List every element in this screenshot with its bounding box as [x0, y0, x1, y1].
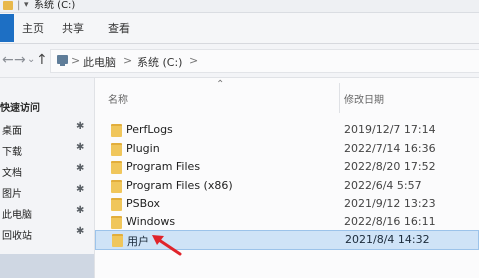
back-button[interactable]: ← — [2, 52, 14, 68]
sidebar-item-label: 此电脑 — [2, 210, 32, 221]
pin-icon: ✱ — [76, 205, 85, 216]
file-modified: 2021/9/12 13:23 — [344, 197, 436, 210]
tab-home[interactable]: 主页 — [22, 20, 44, 36]
tab-view[interactable]: 查看 — [108, 20, 130, 36]
up-button[interactable]: ↑ — [36, 52, 48, 68]
list-item[interactable]: Plugin 2022/7/14 16:36 — [95, 140, 479, 158]
breadcrumb-this-pc[interactable]: 此电脑 — [83, 54, 116, 70]
sidebar-item-pictures[interactable]: 图片 ✱ — [0, 182, 94, 202]
quick-access-dropdown-icon[interactable]: ▾ — [24, 0, 29, 11]
list-item[interactable]: Windows 2022/8/16 16:11 — [95, 213, 479, 231]
breadcrumb-separator[interactable]: > — [71, 54, 80, 67]
folder-icon — [3, 1, 13, 10]
sidebar-item-downloads[interactable]: 下载 ✱ — [0, 140, 94, 160]
chevron-up-icon[interactable]: ⌃ — [216, 79, 224, 90]
forward-button[interactable]: → — [14, 52, 26, 68]
red-arrow-icon — [152, 235, 182, 256]
folder-icon — [111, 198, 122, 211]
folder-icon — [111, 161, 122, 174]
file-modified: 2022/8/16 16:11 — [344, 215, 436, 228]
sidebar-item-label: 下载 — [2, 147, 22, 158]
file-name: PSBox — [126, 197, 161, 210]
sidebar-item-documents[interactable]: 文档 ✱ — [0, 161, 94, 181]
pin-icon: ✱ — [76, 163, 85, 174]
window-title: 系统 (C:) — [34, 0, 76, 11]
pin-icon: ✱ — [76, 142, 85, 153]
sidebar-item-quick-access[interactable]: 快速访问 — [0, 96, 94, 116]
ribbon: 主页 共享 查看 — [0, 13, 479, 44]
sidebar-item-label: 图片 — [2, 189, 22, 200]
pin-icon: ✱ — [76, 226, 85, 237]
column-header-modified[interactable]: 修改日期 — [344, 91, 384, 106]
file-name: Program Files — [126, 160, 201, 173]
sidebar-item-label: 桌面 — [2, 126, 22, 137]
breadcrumb-separator[interactable]: > — [189, 54, 198, 67]
file-name: 用户 — [127, 235, 149, 248]
file-name: Plugin — [126, 142, 160, 155]
sidebar-item-this-pc[interactable]: 此电脑 ✱ — [0, 203, 94, 223]
sidebar-item-label: 快速访问 — [0, 103, 40, 114]
column-header-name[interactable]: 名称 — [108, 91, 128, 106]
file-modified: 2022/6/4 5:57 — [344, 179, 422, 192]
file-modified: 2022/7/14 16:36 — [344, 142, 436, 155]
pin-icon: ✱ — [76, 184, 85, 195]
tab-share[interactable]: 共享 — [62, 20, 84, 36]
folder-icon — [111, 180, 122, 193]
file-modified: 2019/12/7 17:14 — [344, 123, 436, 136]
list-item[interactable]: Program Files 2022/8/20 17:52 — [95, 158, 479, 176]
list-item[interactable]: PerfLogs 2019/12/7 17:14 — [95, 121, 479, 139]
list-item[interactable]: Program Files (x86) 2022/6/4 5:57 — [95, 177, 479, 195]
sidebar-item-label: 回收站 — [2, 231, 32, 242]
file-modified: 2021/8/4 14:32 — [345, 233, 430, 246]
folder-icon — [112, 234, 123, 247]
file-name: Windows — [126, 215, 176, 228]
folder-icon — [111, 124, 122, 137]
file-name: PerfLogs — [126, 123, 173, 136]
column-divider[interactable] — [339, 83, 340, 113]
title-bar: | ▾ 系统 (C:) — [0, 0, 479, 13]
sidebar-item-recycle-bin[interactable]: 回收站 ✱ — [0, 224, 94, 244]
title-separator: | — [17, 0, 21, 11]
sidebar-item-label: 文档 — [2, 168, 22, 179]
sidebar-item-selected[interactable] — [0, 254, 94, 278]
address-bar-row: ← → ⌄ ↑ > 此电脑 > 系统 (C:) > — [0, 44, 479, 78]
file-name: Program Files (x86) — [126, 179, 233, 192]
folder-icon — [111, 216, 122, 229]
breadcrumb[interactable]: > 此电脑 > 系统 (C:) > — [50, 49, 479, 73]
folder-icon — [111, 143, 122, 156]
file-modified: 2022/8/20 17:52 — [344, 160, 436, 173]
breadcrumb-drive-c[interactable]: 系统 (C:) — [137, 54, 182, 70]
breadcrumb-separator[interactable]: > — [123, 54, 132, 67]
pin-icon: ✱ — [76, 121, 85, 132]
computer-icon — [57, 55, 68, 66]
tab-file[interactable] — [0, 14, 14, 42]
recent-locations-button[interactable]: ⌄ — [27, 54, 35, 65]
list-item[interactable]: PSBox 2021/9/12 13:23 — [95, 195, 479, 213]
sidebar-item-desktop[interactable]: 桌面 ✱ — [0, 119, 94, 139]
navigation-pane: 快速访问 桌面 ✱ 下载 ✱ 文档 ✱ 图片 ✱ 此电脑 ✱ 回收站 ✱ — [0, 78, 95, 278]
